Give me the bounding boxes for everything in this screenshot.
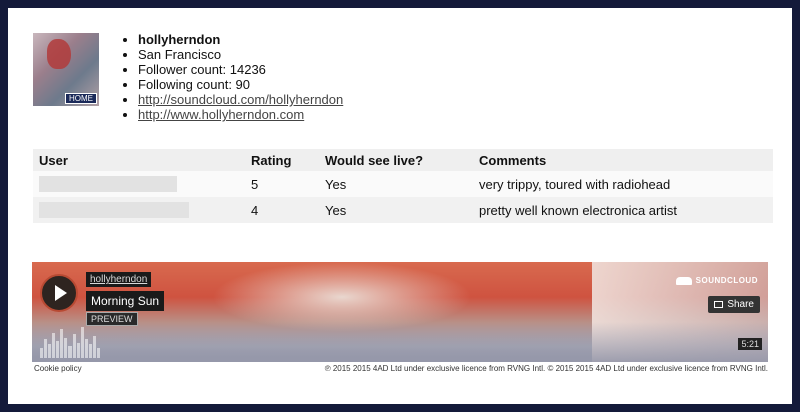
redacted-username <box>39 202 189 219</box>
ratings-table: User Rating Would see live? Comments 5 Y… <box>33 149 773 223</box>
artwork-background <box>32 322 768 362</box>
player-artist-link[interactable]: hollyherndon <box>86 272 152 287</box>
soundcloud-brand-text: SOUNDCLOUD <box>695 276 758 285</box>
cell-live: Yes <box>319 171 473 197</box>
waveform[interactable] <box>40 324 100 358</box>
avatar-figure <box>47 39 71 69</box>
page-frame: HOME hollyherndon San Francisco Follower… <box>8 8 792 404</box>
profile-soundcloud-link[interactable]: http://soundcloud.com/hollyherndon <box>138 92 343 107</box>
profile-username-item: hollyherndon <box>138 32 343 47</box>
redacted-username <box>39 176 177 193</box>
profile-username: hollyherndon <box>138 32 221 47</box>
play-button[interactable] <box>40 274 78 312</box>
table-row: 5 Yes very trippy, toured with radiohead <box>33 171 773 197</box>
cell-user <box>33 197 245 223</box>
column-header-user: User <box>33 149 245 171</box>
profile-following-count: Following count: 90 <box>138 77 343 92</box>
soundcloud-logo[interactable]: SOUNDCLOUD <box>675 276 758 285</box>
table-row: 4 Yes pretty well known electronica arti… <box>33 197 773 223</box>
profile-link-item: http://www.hollyherndon.com <box>138 107 343 122</box>
share-button[interactable]: Share <box>708 296 760 313</box>
cell-comment: pretty well known electronica artist <box>473 197 773 223</box>
cell-comment: very trippy, toured with radiohead <box>473 171 773 197</box>
cell-rating: 5 <box>245 171 319 197</box>
play-icon <box>55 285 67 301</box>
profile-avatar[interactable]: HOME <box>33 33 99 106</box>
track-duration: 5:21 <box>738 338 762 350</box>
column-header-comments: Comments <box>473 149 773 171</box>
share-icon <box>714 301 724 308</box>
column-header-live: Would see live? <box>319 149 473 171</box>
soundcloud-player: hollyherndon Morning Sun PREVIEW SOUNDCL… <box>32 262 768 362</box>
profile-link-item: http://soundcloud.com/hollyherndon <box>138 92 343 107</box>
cell-user <box>33 171 245 197</box>
soundcloud-cloud-icon <box>675 276 692 285</box>
table-header-row: User Rating Would see live? Comments <box>33 149 773 171</box>
profile-website-link[interactable]: http://www.hollyherndon.com <box>138 107 304 122</box>
copyright-text: ℗ 2015 2015 4AD Ltd under exclusive lice… <box>324 364 768 373</box>
share-label: Share <box>727 299 754 310</box>
profile-info-list: hollyherndon San Francisco Follower coun… <box>120 32 343 122</box>
cell-live: Yes <box>319 197 473 223</box>
cookie-policy-link[interactable]: Cookie policy <box>34 364 82 373</box>
profile-city: San Francisco <box>138 47 343 62</box>
cell-rating: 4 <box>245 197 319 223</box>
profile-follower-count: Follower count: 14236 <box>138 62 343 77</box>
column-header-rating: Rating <box>245 149 319 171</box>
player-track-title[interactable]: Morning Sun <box>86 291 165 311</box>
avatar-home-badge: HOME <box>65 93 97 104</box>
